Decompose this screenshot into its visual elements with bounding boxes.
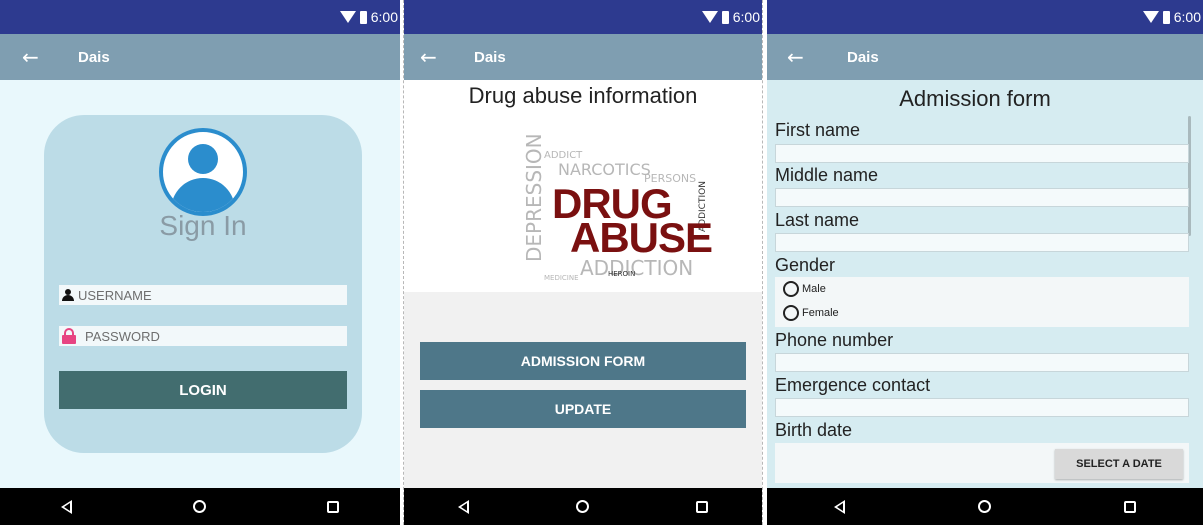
wifi-icon [701, 11, 718, 23]
app-title: Dais [847, 48, 879, 66]
cloud-word: HEROIN [608, 270, 636, 278]
info-heading: Drug abuse information [404, 80, 762, 120]
app-bar: ← Dais [767, 34, 1203, 80]
lock-icon [61, 328, 77, 344]
app-bar: ← Dais [404, 34, 762, 80]
system-nav-bar [404, 488, 762, 525]
system-nav-bar [0, 488, 400, 525]
gender-radio-group: Male Female [775, 277, 1189, 327]
form-heading: Admission form [899, 86, 1051, 111]
wifi-icon [339, 11, 356, 23]
nav-back-icon[interactable] [457, 499, 469, 514]
username-field[interactable]: USERNAME [59, 285, 347, 305]
radio-circle-icon [783, 281, 799, 297]
middle-name-input[interactable] [775, 188, 1189, 207]
radio-circle-icon [783, 305, 799, 321]
status-bar: 6:00 [0, 0, 400, 34]
cloud-word: NARCOTICS [558, 160, 651, 179]
signin-content: Sign In USERNAME PASSWORD LOGIN [0, 80, 400, 488]
username-placeholder: USERNAME [78, 287, 152, 303]
radio-female[interactable]: Female [783, 305, 839, 321]
nav-recents-icon[interactable] [696, 500, 709, 513]
password-field[interactable]: PASSWORD [59, 326, 347, 346]
gender-label: Gender [775, 255, 836, 275]
nav-home-icon[interactable] [192, 500, 206, 513]
app-title: Dais [78, 48, 110, 66]
middle-name-label: Middle name [775, 165, 879, 185]
drug-abuse-banner-image: NARCOTICS ADDICT DEPRESSION PERSONS ADDI… [404, 120, 762, 292]
nav-home-icon[interactable] [977, 500, 991, 513]
user-icon [61, 289, 75, 301]
password-placeholder: PASSWORD [85, 328, 160, 344]
info-screen: 6:00 ← Dais Drug abuse information NARCO… [403, 0, 763, 525]
back-arrow-icon[interactable]: ← [404, 45, 454, 69]
cloud-word: DEPRESSION [522, 133, 546, 262]
scrollbar[interactable] [1188, 116, 1191, 236]
birth-date-row: SELECT A DATE [775, 443, 1189, 483]
signin-screen: 6:00 ← Dais Sign In USERNAME PASSWORD LO… [0, 0, 400, 525]
cloud-word: ADDICTION [580, 256, 694, 280]
battery-icon [359, 10, 367, 24]
nav-recents-icon[interactable] [327, 500, 340, 513]
screenshots-strip: 6:00 ← Dais Sign In USERNAME PASSWORD LO… [0, 0, 1203, 525]
system-nav-bar [767, 488, 1203, 525]
cloud-word: ADDICT [544, 150, 583, 161]
back-arrow-icon[interactable]: ← [0, 45, 60, 69]
phone-label: Phone number [775, 330, 894, 350]
login-card: Sign In USERNAME PASSWORD LOGIN [44, 115, 362, 453]
word-cloud: NARCOTICS ADDICT DEPRESSION PERSONS ADDI… [462, 132, 713, 284]
radio-female-label: Female [802, 307, 839, 319]
radio-male[interactable]: Male [783, 281, 826, 297]
status-time: 6:00 [1173, 9, 1201, 25]
cloud-word: MEDICINE [544, 274, 579, 282]
admission-screen: 6:00 ← Dais Admission form First name Mi… [767, 0, 1203, 525]
banner-abuse-text: ABUSE [570, 214, 713, 261]
nav-back-icon[interactable] [833, 499, 845, 514]
select-date-button[interactable]: SELECT A DATE [1055, 449, 1183, 479]
nav-recents-icon[interactable] [1124, 500, 1137, 513]
update-button[interactable]: UPDATE [420, 390, 746, 428]
battery-icon [721, 10, 729, 24]
emergency-input[interactable] [775, 398, 1189, 417]
last-name-label: Last name [775, 210, 860, 230]
phone-input[interactable] [775, 353, 1189, 372]
nav-home-icon[interactable] [575, 500, 589, 513]
status-time: 6:00 [370, 9, 398, 25]
first-name-label: First name [775, 120, 861, 140]
last-name-input[interactable] [775, 233, 1189, 252]
first-name-input[interactable] [775, 144, 1189, 163]
radio-male-label: Male [802, 283, 826, 295]
emergency-label: Emergence contact [775, 375, 931, 395]
app-bar: ← Dais [0, 34, 400, 80]
signin-heading: Sign In [159, 210, 247, 241]
admission-content: Admission form First name Middle name La… [767, 80, 1203, 488]
wifi-icon [1142, 11, 1159, 23]
battery-icon [1162, 10, 1170, 24]
app-title: Dais [474, 48, 506, 66]
admission-form-button[interactable]: ADMISSION FORM [420, 342, 746, 380]
status-bar: 6:00 [404, 0, 762, 34]
status-time: 6:00 [732, 9, 760, 25]
status-bar: 6:00 [767, 0, 1203, 34]
login-button[interactable]: LOGIN [59, 371, 347, 409]
info-content: Drug abuse information NARCOTICS ADDICT … [404, 80, 762, 488]
back-arrow-icon[interactable]: ← [767, 45, 827, 69]
user-avatar-icon [159, 128, 247, 216]
birth-date-label: Birth date [775, 420, 853, 440]
nav-back-icon[interactable] [60, 499, 72, 514]
